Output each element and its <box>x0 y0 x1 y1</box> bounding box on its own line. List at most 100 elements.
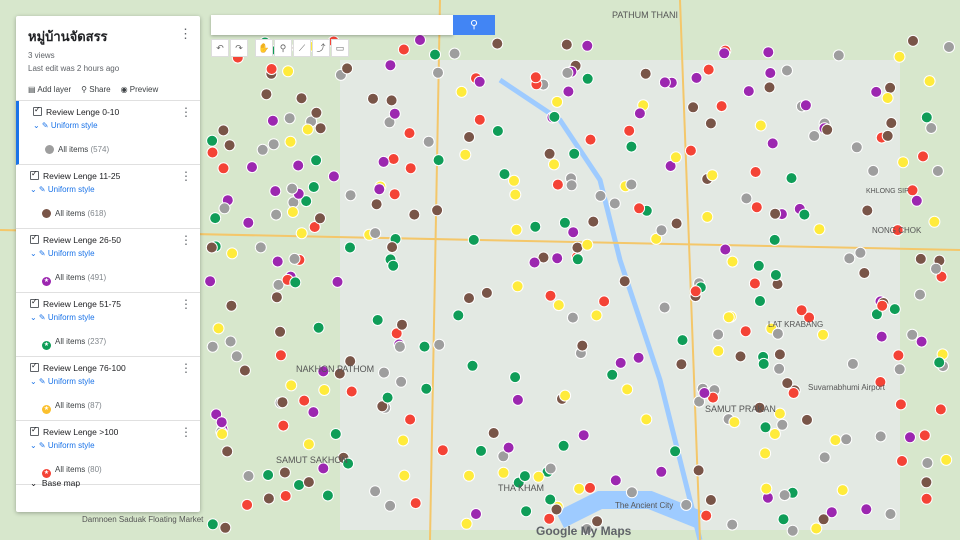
add-layer-button[interactable]: ▤ Add layer <box>28 85 71 94</box>
map-marker[interactable] <box>551 252 564 265</box>
map-marker[interactable] <box>463 292 475 305</box>
layer-name[interactable]: Review Lenge 76-100 <box>43 363 126 373</box>
map-marker[interactable] <box>817 513 830 526</box>
map-marker[interactable] <box>718 47 731 60</box>
map-marker[interactable] <box>463 131 476 143</box>
map-marker[interactable] <box>395 375 408 388</box>
map-marker[interactable] <box>728 416 741 429</box>
map-marker[interactable] <box>892 349 905 362</box>
search-button[interactable]: ⚲ <box>453 15 495 35</box>
map-marker[interactable] <box>269 185 282 198</box>
map-marker[interactable] <box>367 92 379 105</box>
map-marker[interactable] <box>267 138 280 151</box>
layer-items-link[interactable]: All items (618) <box>42 209 106 218</box>
map-marker[interactable] <box>881 129 894 142</box>
map-marker[interactable] <box>529 71 542 84</box>
layer-options-icon[interactable]: ⋮ <box>180 361 192 375</box>
map-marker[interactable] <box>373 183 386 196</box>
map-marker[interactable] <box>393 340 406 353</box>
ruler-icon[interactable]: ▭ <box>331 39 349 57</box>
map-marker[interactable] <box>726 518 739 531</box>
layer-style-button[interactable]: ⌄ ✎ Uniform style <box>30 249 95 258</box>
layer-item[interactable]: Review Lenge 0-10 ⋮ ⌄ ✎ Uniform style Al… <box>16 101 200 165</box>
map-marker[interactable] <box>285 379 298 392</box>
map-marker[interactable] <box>904 431 916 444</box>
map-marker[interactable] <box>473 113 486 126</box>
layer-checkbox[interactable] <box>30 233 39 244</box>
map-marker[interactable] <box>344 241 356 254</box>
map-marker[interactable] <box>510 223 523 236</box>
map-marker[interactable] <box>768 428 781 440</box>
map-marker[interactable] <box>396 318 408 331</box>
map-marker[interactable] <box>706 169 719 182</box>
map-marker[interactable] <box>321 489 334 502</box>
map-marker[interactable] <box>858 267 871 279</box>
map-marker[interactable] <box>860 503 873 516</box>
map-marker[interactable] <box>584 481 596 494</box>
map-marker[interactable] <box>548 158 560 171</box>
map-marker[interactable] <box>286 182 299 195</box>
map-marker[interactable] <box>639 67 652 80</box>
map-marker[interactable] <box>295 92 308 105</box>
map-marker[interactable] <box>633 202 646 215</box>
map-marker[interactable] <box>295 227 308 240</box>
map-marker[interactable] <box>429 48 441 61</box>
map-marker[interactable] <box>491 37 504 50</box>
map-marker[interactable] <box>543 147 556 160</box>
map-marker[interactable] <box>487 427 500 439</box>
map-marker[interactable] <box>581 72 594 85</box>
map-marker[interactable] <box>704 117 717 130</box>
map-marker[interactable] <box>377 155 390 168</box>
map-marker[interactable] <box>270 208 283 221</box>
map-marker[interactable] <box>286 206 299 218</box>
layer-name[interactable]: Review Lenge 0-10 <box>46 107 119 117</box>
map-marker[interactable] <box>726 255 739 268</box>
map-marker[interactable] <box>219 521 232 534</box>
map-marker[interactable] <box>422 135 435 148</box>
map-marker[interactable] <box>759 421 772 434</box>
layer-checkbox[interactable] <box>33 105 42 116</box>
layer-items-link[interactable]: ★ All items (237) <box>42 337 106 350</box>
map-marker[interactable] <box>689 285 702 298</box>
map-marker[interactable] <box>754 119 767 132</box>
map-marker[interactable] <box>920 111 933 124</box>
map-marker[interactable] <box>558 216 571 229</box>
map-marker[interactable] <box>614 356 627 369</box>
map-marker[interactable] <box>420 382 433 395</box>
map-marker[interactable] <box>850 141 863 154</box>
map-marker[interactable] <box>773 348 786 361</box>
map-marker[interactable] <box>436 444 449 457</box>
map-marker[interactable] <box>698 387 711 399</box>
layer-name[interactable]: Review Lenge >100 <box>43 427 118 437</box>
map-marker[interactable] <box>345 385 358 398</box>
map-marker[interactable] <box>344 189 357 202</box>
map-marker[interactable] <box>562 85 575 98</box>
map-marker[interactable] <box>625 178 638 191</box>
map-marker[interactable] <box>832 49 845 62</box>
map-marker[interactable] <box>881 92 894 104</box>
layer-options-icon[interactable]: ⋮ <box>180 297 192 311</box>
map-marker[interactable] <box>893 363 906 376</box>
map-marker[interactable] <box>893 50 906 63</box>
draw-line-icon[interactable]: ⟋ <box>293 39 311 57</box>
map-marker[interactable] <box>397 43 410 56</box>
more-options-icon[interactable]: ⋮ <box>179 26 192 42</box>
map-marker[interactable] <box>216 428 229 440</box>
map-marker[interactable] <box>341 62 354 75</box>
map-marker[interactable] <box>480 286 493 299</box>
map-marker[interactable] <box>254 241 267 254</box>
map-marker[interactable] <box>884 81 897 94</box>
map-marker[interactable] <box>829 434 842 447</box>
map-marker[interactable] <box>371 314 384 326</box>
map-marker[interactable] <box>748 277 761 290</box>
map-marker[interactable] <box>769 269 782 281</box>
map-marker[interactable] <box>692 464 705 477</box>
layer-item[interactable]: Review Lenge >100 ⋮ ⌄ ✎ Uniform style ★A… <box>16 421 200 485</box>
map-marker[interactable] <box>764 67 777 79</box>
map-marker[interactable] <box>246 161 258 174</box>
map-marker[interactable] <box>587 215 600 228</box>
map-marker[interactable] <box>581 238 594 251</box>
map-marker[interactable] <box>508 174 520 187</box>
map-marker[interactable] <box>712 328 725 341</box>
map-marker[interactable] <box>242 216 255 229</box>
